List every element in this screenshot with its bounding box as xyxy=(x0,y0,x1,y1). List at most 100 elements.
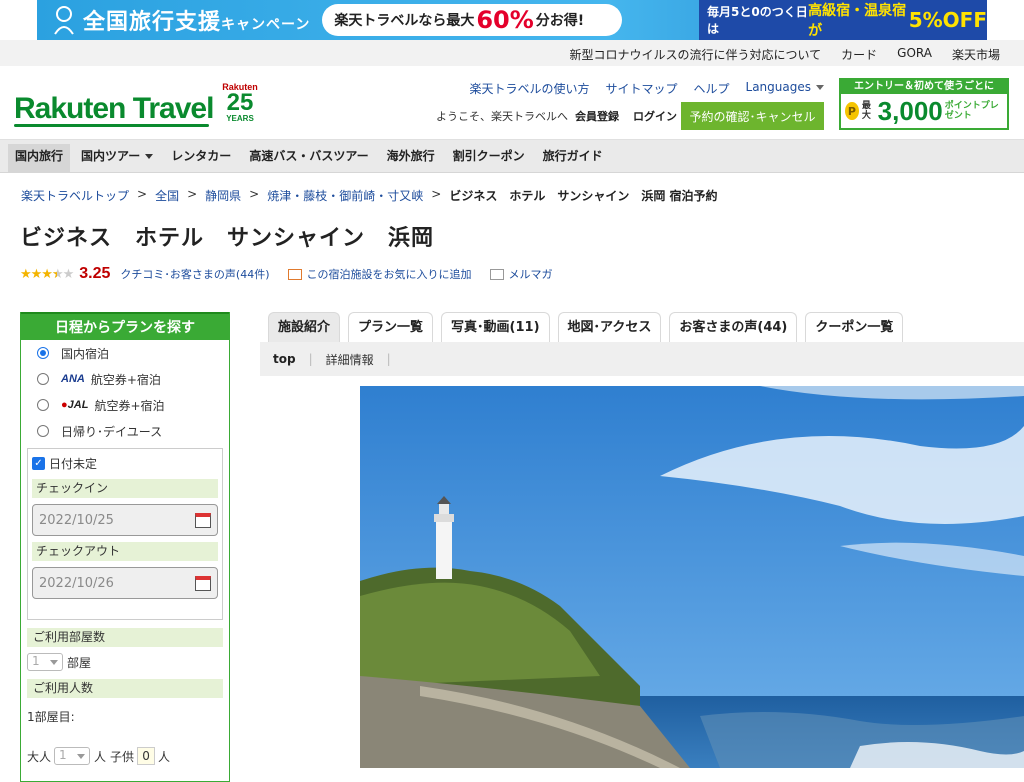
nav-domestic-travel[interactable]: 国内旅行 xyxy=(8,144,71,173)
star-rating: ★★★★★★ xyxy=(20,266,74,282)
subtab-divider: | xyxy=(386,352,391,366)
breadcrumb-sep: > xyxy=(249,187,260,201)
covid-notice-link[interactable]: 新型コロナウイルスの流行に伴う対応について xyxy=(560,46,832,63)
ana-logo: ANA xyxy=(61,373,85,385)
guests-label: ご利用人数 xyxy=(27,679,223,698)
rakuten-travel-logo[interactable]: Rakuten Travel xyxy=(14,92,214,126)
breadcrumb-sep: > xyxy=(137,187,148,201)
nav-bus[interactable]: 高速バス・バスツアー xyxy=(242,144,375,173)
promo-prefix: 最大 xyxy=(861,101,871,121)
tab-photos[interactable]: 写真･動画(11) xyxy=(441,312,550,342)
child-count[interactable]: 0 xyxy=(137,747,156,765)
banner-discount: 毎月5と0のつく日は 高級宿・温泉宿が 5%OFF xyxy=(699,0,987,40)
breadcrumb-sep: > xyxy=(187,187,198,201)
subtab-details[interactable]: 詳細情報 xyxy=(313,351,387,368)
breadcrumb-all[interactable]: 全国 xyxy=(155,187,179,204)
radio[interactable] xyxy=(37,399,49,411)
nav-guide[interactable]: 旅行ガイド xyxy=(536,144,610,173)
add-favorite-link[interactable]: この宿泊施設をお気に入りに追加 xyxy=(287,266,472,282)
banner-title: 全国旅行支援キャンペーン xyxy=(83,10,311,35)
facility-tabs: 施設紹介 プラン一覧 写真･動画(11) 地図･アクセス お客さまの声(44) … xyxy=(268,312,904,342)
date-box: ✓ 日付未定 チェックイン 2022/10/25 チェックアウト 2022/10/… xyxy=(27,448,223,620)
promo-suffix: ポイントプレゼント xyxy=(944,101,999,121)
login-link[interactable]: ログイン xyxy=(633,108,677,124)
gora-link[interactable]: GORA xyxy=(887,46,942,63)
chevron-down-icon xyxy=(816,85,824,90)
rooms-row: 1 部屋 xyxy=(27,653,223,671)
25-years-badge: Rakuten 25 YEARS xyxy=(222,82,258,123)
nav-overseas[interactable]: 海外旅行 xyxy=(380,144,442,173)
panel-title: 日程からプランを探す xyxy=(21,312,229,340)
welcome-text: ようこそ、楽天トラベルへ xyxy=(436,110,568,123)
tab-map[interactable]: 地図･アクセス xyxy=(557,312,662,342)
nav-domestic-tour[interactable]: 国内ツアー xyxy=(74,144,160,173)
nav-rental-car[interactable]: レンタカー xyxy=(164,144,238,173)
help-link[interactable]: ヘルプ xyxy=(694,80,730,97)
option-domestic-stay[interactable]: 国内宿泊 xyxy=(21,340,229,366)
hero-photo[interactable] xyxy=(360,386,1024,768)
option-day-use[interactable]: 日帰り･デイユース xyxy=(21,418,229,444)
site-header: Rakuten Travel Rakuten 25 YEARS 楽天トラベルの使… xyxy=(0,66,1024,140)
rating-row: ★★★★★★ 3.25 クチコミ･お客さまの声(44件) この宿泊施設をお気に入… xyxy=(20,265,553,283)
sitemap-link[interactable]: サイトマップ xyxy=(605,80,677,97)
breadcrumb-current: ビジネス ホテル サンシャイン 浜岡 宿泊予約 xyxy=(449,189,718,203)
utility-bar: 新型コロナウイルスの流行に伴う対応について カード GORA 楽天市場 xyxy=(0,40,1024,66)
promo-amount: 3,000 xyxy=(877,95,943,126)
mailmag-link[interactable]: メルマガ xyxy=(489,266,553,282)
point-coin-icon: P xyxy=(845,102,859,120)
breadcrumb: 楽天トラベルトップ > 全国 > 静岡県 > 焼津・藤枝・御前崎・寸又峡 > ビ… xyxy=(21,187,718,204)
radio[interactable] xyxy=(37,373,49,385)
checkbox-checked-icon[interactable]: ✓ xyxy=(32,456,45,470)
campaign-banner[interactable]: 全国旅行支援キャンペーン 楽天トラベルなら最大 60% 分お得! 毎月5と0のつく日… xyxy=(0,0,1024,40)
radio-selected[interactable] xyxy=(37,347,49,359)
promo-top-text: エントリー＆初めて使うごとに xyxy=(841,80,1007,94)
rating-score: 3.25 xyxy=(79,265,111,282)
calendar-icon[interactable] xyxy=(195,513,211,528)
breadcrumb-top[interactable]: 楽天トラベルトップ xyxy=(21,187,129,204)
banner-offer: 楽天トラベルなら最大 60% 分お得! xyxy=(322,4,623,36)
adult-select[interactable]: 1 xyxy=(54,747,91,765)
rooms-select[interactable]: 1 xyxy=(27,653,63,671)
room1-label: 1部屋目: xyxy=(27,710,75,724)
calendar-icon[interactable] xyxy=(195,576,211,591)
sub-tabs: top | 詳細情報 | xyxy=(260,342,1024,376)
jal-logo: ●JAL xyxy=(61,399,89,411)
ichiba-link[interactable]: 楽天市場 xyxy=(942,46,1010,63)
rooms-label: ご利用部屋数 xyxy=(27,628,223,647)
checkout-label: チェックアウト xyxy=(32,542,218,561)
checkin-label: チェックイン xyxy=(32,479,218,498)
tab-facility-intro[interactable]: 施設紹介 xyxy=(268,312,341,342)
checkin-input[interactable]: 2022/10/25 xyxy=(32,504,218,536)
confirm-cancel-button[interactable]: 予約の確認･キャンセル xyxy=(681,102,824,130)
lighthouse-coast-image xyxy=(360,386,1024,768)
how-to-use-link[interactable]: 楽天トラベルの使い方 xyxy=(469,80,589,97)
hotel-title: ビジネス ホテル サンシャイン 浜岡 xyxy=(20,226,435,251)
date-undecided-checkbox[interactable]: ✓ 日付未定 xyxy=(32,453,218,473)
campaign-banner-inner[interactable]: 全国旅行支援キャンペーン 楽天トラベルなら最大 60% 分お得! 毎月5と0のつく日… xyxy=(37,0,987,40)
logo-underline xyxy=(14,124,209,127)
breadcrumb-prefecture[interactable]: 静岡県 xyxy=(205,187,241,204)
subtab-top[interactable]: top xyxy=(260,352,309,366)
breadcrumb-sep: > xyxy=(431,187,442,201)
card-link[interactable]: カード xyxy=(831,46,887,63)
checkout-input[interactable]: 2022/10/26 xyxy=(32,567,218,599)
tab-plans[interactable]: プラン一覧 xyxy=(348,312,434,342)
languages-dropdown[interactable]: Languages xyxy=(746,80,824,97)
favorite-icon xyxy=(287,268,302,280)
tab-reviews[interactable]: お客さまの声(44) xyxy=(669,312,798,342)
register-link[interactable]: 会員登録 xyxy=(575,108,619,124)
radio[interactable] xyxy=(37,425,49,437)
reviews-link[interactable]: クチコミ･お客さまの声(44件) xyxy=(120,266,269,282)
travel-support-icon xyxy=(54,6,74,35)
mail-icon xyxy=(489,268,504,280)
header-links: 楽天トラベルの使い方 サイトマップ ヘルプ Languages xyxy=(469,80,824,97)
guests-row: 大人 1 人 子供 0 人 xyxy=(27,747,171,765)
chevron-down-icon xyxy=(145,154,154,159)
breadcrumb-area[interactable]: 焼津・藤枝・御前崎・寸又峡 xyxy=(267,187,423,204)
option-jal-stay[interactable]: ●JAL 航空券+宿泊 xyxy=(21,392,229,418)
plan-search-panel: 日程からプランを探す 国内宿泊 ANA 航空券+宿泊 ●JAL 航空券+宿泊 日帰り… xyxy=(20,312,230,782)
tab-coupons[interactable]: クーポン一覧 xyxy=(805,312,904,342)
nav-coupon[interactable]: 割引クーポン xyxy=(446,144,532,173)
option-ana-stay[interactable]: ANA 航空券+宿泊 xyxy=(21,366,229,392)
points-promo-banner[interactable]: エントリー＆初めて使うごとに P 最大 3,000 ポイントプレゼント xyxy=(839,78,1009,130)
